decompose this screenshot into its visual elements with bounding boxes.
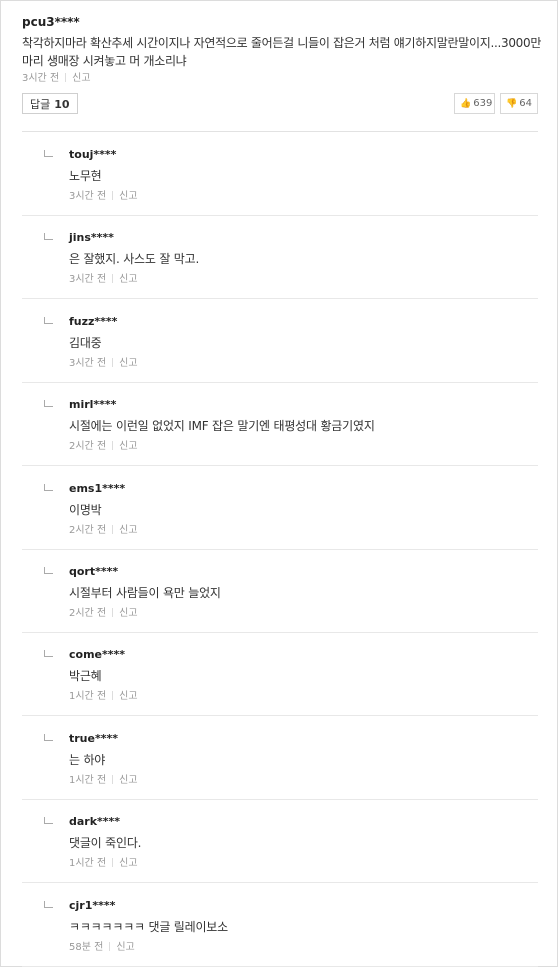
reply-meta: 1시간 전 신고 [69, 854, 138, 869]
reply-text: 댓글이 죽인다. [69, 836, 142, 851]
meta-divider [112, 357, 114, 367]
reply-time: 3시간 전 [69, 191, 107, 202]
comment-meta: 3시간 전 신고 [22, 69, 91, 84]
comment-text: 착각하지마라 확산추세 시간이지나 자연적으로 줄어든걸 니들이 잡은거 처럼 … [22, 36, 542, 68]
meta-divider [112, 774, 114, 784]
like-button[interactable]: 👍 639 [454, 93, 495, 114]
reply-text: 박근혜 [69, 669, 102, 684]
reply-item: fuzz**** 김대중 3시간 전 신고 [22, 299, 538, 383]
report-link[interactable]: 신고 [119, 691, 137, 702]
reply-time: 1시간 전 [69, 691, 107, 703]
thumbs-up-icon: 👍 [460, 99, 472, 109]
reply-arrow-icon [44, 316, 53, 324]
meta-divider [65, 73, 67, 82]
reply-text: 는 하야 [69, 752, 106, 767]
reply-time: 2시간 전 [69, 441, 107, 453]
reply-time: 2시간 전 [69, 608, 107, 619]
reply-button-label: 답글 [30, 98, 51, 111]
dislike-button[interactable]: 👎 64 [500, 93, 538, 114]
report-link[interactable]: 신고 [119, 525, 137, 536]
comment-time: 3시간 전 [22, 73, 60, 84]
report-link[interactable]: 신고 [119, 775, 137, 786]
reply-author[interactable]: touj**** [69, 148, 116, 161]
reply-author[interactable]: ems1**** [69, 482, 125, 495]
reply-arrow-icon [44, 733, 53, 741]
reply-meta: 3시간 전 신고 [69, 354, 138, 369]
meta-divider [112, 858, 114, 868]
meta-divider [109, 941, 111, 951]
reply-meta: 3시간 전 신고 [69, 270, 138, 285]
like-count: 639 [473, 98, 493, 109]
report-link[interactable]: 신고 [119, 858, 137, 869]
reply-meta: 2시간 전 신고 [69, 437, 138, 452]
meta-divider [112, 524, 114, 534]
reply-arrow-icon [44, 400, 53, 408]
meta-divider [112, 191, 114, 200]
reply-time: 1시간 전 [69, 858, 107, 870]
reply-item: jins**** 은 잘했지. 사스도 잘 막고. 3시간 전 신고 [22, 215, 538, 300]
reply-author[interactable]: dark**** [69, 815, 120, 828]
reply-meta: 3시간 전 신고 [69, 187, 138, 202]
reply-text: 노무현 [69, 169, 102, 183]
reply-time: 1시간 전 [69, 774, 107, 786]
report-link[interactable]: 신고 [116, 942, 134, 953]
reply-item: come**** 박근혜 1시간 전 신고 [22, 632, 538, 717]
reply-author[interactable]: jins**** [69, 231, 114, 244]
reply-meta: 2시간 전 신고 [69, 604, 138, 619]
report-link[interactable]: 신고 [119, 274, 137, 285]
reply-list: touj**** 노무현 3시간 전 신고 jins**** 은 잘했지. 사스도 잘 막… [22, 131, 538, 968]
reply-author[interactable]: mirl**** [69, 398, 116, 411]
reply-text: 시절부터 사람들이 욕만 늘었지 [69, 586, 221, 600]
reply-arrow-icon [44, 817, 53, 825]
thumbs-down-icon: 👎 [506, 99, 518, 109]
reply-arrow-icon [44, 900, 53, 908]
reply-item: ems1**** 이명박 2시간 전 신고 [22, 466, 538, 550]
reply-text: 이명박 [69, 502, 102, 517]
reply-author[interactable]: fuzz**** [69, 315, 117, 328]
reply-text: 시절에는 이런일 없었지 IMF 잡은 말기엔 태평성대 황금기였지 [69, 419, 375, 434]
reply-text: 김대중 [69, 335, 102, 350]
report-link[interactable]: 신고 [119, 608, 137, 619]
meta-divider [112, 691, 114, 701]
meta-divider [112, 441, 114, 451]
meta-divider [112, 608, 114, 617]
report-link[interactable]: 신고 [119, 358, 137, 369]
comment-panel: pcu3**** 착각하지마라 확산추세 시간이지나 자연적으로 줄어든걸 니들… [0, 0, 558, 968]
reply-time: 58분 전 [69, 941, 104, 953]
reply-author[interactable]: true**** [69, 732, 118, 745]
reply-meta: 2시간 전 신고 [69, 521, 138, 536]
report-link[interactable]: 신고 [119, 191, 137, 202]
reply-time: 3시간 전 [69, 357, 107, 369]
reply-meta: 1시간 전 신고 [69, 771, 138, 786]
reply-item: true**** 는 하야 1시간 전 신고 [22, 716, 538, 800]
reply-item: qort**** 시절부터 사람들이 욕만 늘었지 2시간 전 신고 [22, 549, 538, 633]
reply-text: 은 잘했지. 사스도 잘 막고. [69, 252, 200, 267]
reply-arrow-icon [44, 233, 53, 241]
reply-meta: 1시간 전 신고 [69, 687, 138, 702]
report-link[interactable]: 신고 [72, 73, 90, 84]
reply-text: ㅋㅋㅋㅋㅋㅋㅋ 댓글 릴레이보소 [69, 919, 228, 934]
reply-author[interactable]: qort**** [69, 565, 118, 578]
reply-author[interactable]: cjr1**** [69, 899, 115, 912]
reply-item: cjr1**** ㅋㅋㅋㅋㅋㅋㅋ 댓글 릴레이보소 58분 전 신고 [22, 883, 538, 967]
reply-author[interactable]: come**** [69, 648, 125, 661]
reply-arrow-icon [44, 650, 53, 658]
reply-arrow-icon [44, 483, 53, 491]
reply-item: dark**** 댓글이 죽인다. 1시간 전 신고 [22, 799, 538, 884]
reply-item: mirl**** 시절에는 이런일 없었지 IMF 잡은 말기엔 태평성대 황금기… [22, 382, 538, 467]
meta-divider [112, 274, 114, 284]
dislike-count: 64 [519, 98, 532, 109]
comment-author[interactable]: pcu3**** [22, 15, 80, 29]
reply-time: 3시간 전 [69, 274, 107, 286]
reply-item: touj**** 노무현 3시간 전 신고 [22, 132, 538, 216]
report-link[interactable]: 신고 [119, 441, 137, 452]
reply-arrow-icon [44, 150, 53, 157]
reply-count: 10 [54, 98, 70, 111]
reply-time: 2시간 전 [69, 524, 107, 536]
reply-toggle-button[interactable]: 답글 10 [22, 93, 78, 114]
reply-arrow-icon [44, 567, 53, 574]
reply-meta: 58분 전 신고 [69, 938, 135, 953]
